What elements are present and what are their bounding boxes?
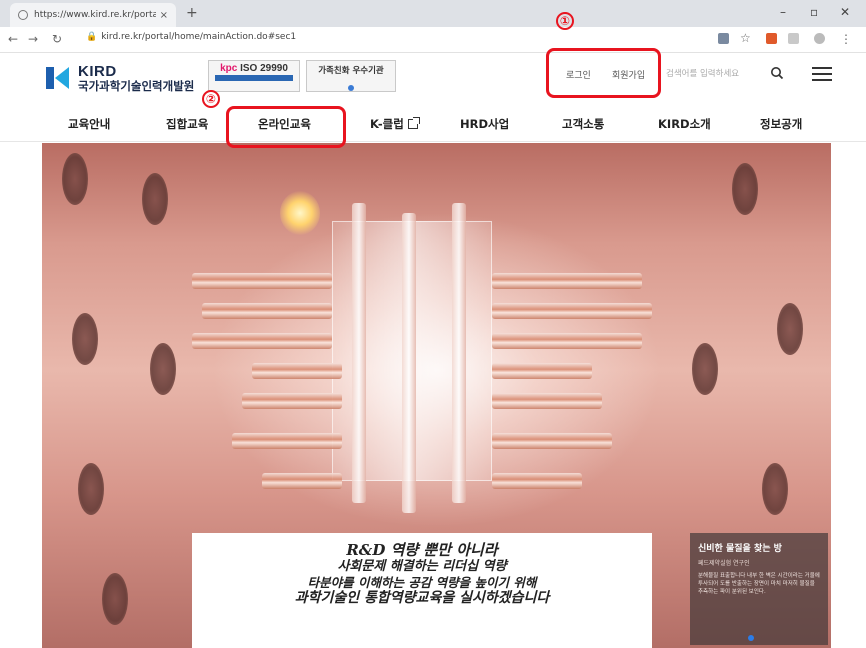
close-tab-icon[interactable]: × xyxy=(160,10,168,21)
light-glow xyxy=(280,191,320,235)
site-logo[interactable]: KIRD 국가과학기술인력개발원 xyxy=(46,64,194,92)
globe-icon xyxy=(18,10,28,20)
address-bar: ← → ↻ 🔒 kird.re.kr/portal/home/mainAction… xyxy=(0,27,866,53)
tab-title: https://www.kird.re.kr/portal/h xyxy=(34,10,156,20)
bookmark-star-icon[interactable]: ☆ xyxy=(740,31,751,45)
hero-banner[interactable]: R&D 역량 뿐만 아니라 사회문제 해결하는 리더십 역량 타분야를 이해하는… xyxy=(42,143,831,648)
browser-tabbar: https://www.kird.re.kr/portal/h × + – ▫ … xyxy=(0,0,866,27)
nav-item-education-info[interactable]: 교육안내 xyxy=(68,116,110,132)
annotation-number-2: ② xyxy=(202,90,220,108)
hero-info-panel[interactable]: 신비한 물질을 찾는 방 페드제약실험 연구인 분해물질 표출합니다 내부 한 … xyxy=(690,533,828,645)
nav-item-k-club[interactable]: K-클럽 xyxy=(370,116,420,132)
extension-icon-2[interactable] xyxy=(788,33,799,44)
browser-tab[interactable]: https://www.kird.re.kr/portal/h × xyxy=(10,3,176,27)
panel-body: 분해물질 표출합니다 내부 한 벽은 시간이라는 거울에 투사되어 도를 반출하… xyxy=(698,573,820,595)
logo-text-en: KIRD xyxy=(78,63,117,80)
nav-item-disclosure[interactable]: 정보공개 xyxy=(760,116,802,132)
extension-icon[interactable] xyxy=(766,33,777,44)
external-link-icon xyxy=(407,117,420,129)
carousel-dots xyxy=(748,635,754,641)
annotation-number-1: ① xyxy=(556,12,574,30)
new-tab-button[interactable]: + xyxy=(186,5,198,21)
iso-badge: kpc ISO 29990 xyxy=(208,60,300,92)
back-icon[interactable]: ← xyxy=(8,32,18,46)
profile-icon[interactable] xyxy=(814,33,825,44)
search-icon[interactable] xyxy=(770,66,784,80)
maximize-icon[interactable]: ▫ xyxy=(810,5,818,19)
url-field[interactable]: 🔒 kird.re.kr/portal/home/mainAction.do#se… xyxy=(86,32,296,42)
lock-icon: 🔒 xyxy=(86,32,98,42)
nav-item-about[interactable]: KIRD소개 xyxy=(658,116,711,132)
minimize-icon[interactable]: – xyxy=(780,5,786,19)
kebab-menu-icon[interactable]: ⋮ xyxy=(840,32,852,46)
search-input[interactable] xyxy=(666,64,758,84)
forward-icon[interactable]: → xyxy=(28,32,38,46)
logo-text-ko: 국가과학기술인력개발원 xyxy=(78,78,195,93)
translate-icon[interactable] xyxy=(718,33,729,44)
panel-title: 신비한 물질을 찾는 방 xyxy=(698,544,782,554)
nav-item-group-education[interactable]: 집합교육 xyxy=(166,116,208,132)
hamburger-menu-icon[interactable] xyxy=(812,67,832,81)
carousel-dot-active[interactable] xyxy=(748,635,754,641)
nav-item-customer[interactable]: 고객소통 xyxy=(562,116,604,132)
reload-icon[interactable]: ↻ xyxy=(52,32,62,46)
kird-logo-icon xyxy=(46,65,74,91)
badge-emblem-icon xyxy=(348,85,354,91)
callout-login-area xyxy=(546,48,661,98)
main-nav: 교육안내 집합교육 온라인교육 K-클럽 HRD사업 고객소통 KIRD소개 정… xyxy=(0,108,866,142)
callout-online-education xyxy=(226,106,346,148)
close-window-icon[interactable]: ✕ xyxy=(840,5,850,19)
hero-decor xyxy=(62,153,88,205)
family-friendly-badge: 가족친화 우수기관 xyxy=(306,60,396,92)
panel-subtitle: 페드제약실험 연구인 xyxy=(698,560,750,567)
nav-item-hrd[interactable]: HRD사업 xyxy=(460,116,509,132)
hero-slogan: R&D 역량 뿐만 아니라 사회문제 해결하는 리더십 역량 타분야를 이해하는… xyxy=(192,533,652,648)
